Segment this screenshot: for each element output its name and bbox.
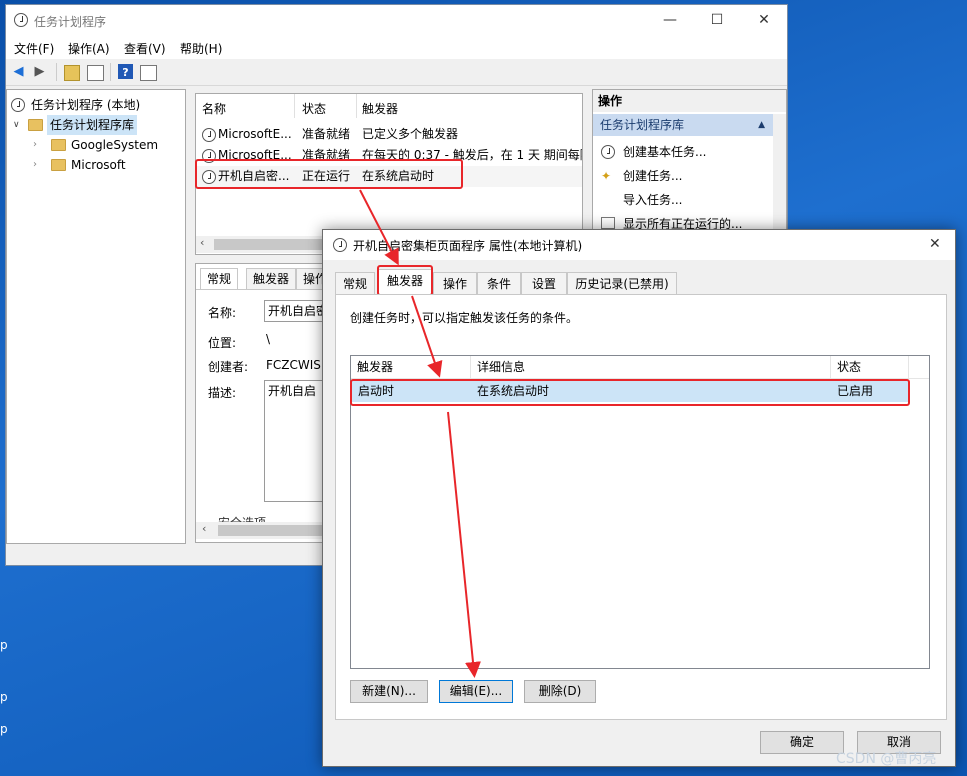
triggers-description: 创建任务时，可以指定触发该任务的条件。 — [350, 311, 579, 325]
collapse-up-icon[interactable]: ▲ — [758, 114, 765, 136]
tree-item-label: GoogleSystem — [71, 138, 159, 152]
clock-icon — [11, 98, 25, 112]
dialog-close-button[interactable]: ✕ — [929, 236, 941, 252]
chevron-down-icon[interactable]: ∨ — [13, 115, 20, 135]
task-name: MicrosoftE... — [218, 127, 292, 141]
tree-item-library[interactable]: ∨ 任务计划程序库 — [11, 115, 161, 135]
task-status: 准备就绪 — [302, 127, 351, 141]
column-header-status[interactable]: 状态 — [831, 356, 909, 378]
author-label: 创建者: — [208, 360, 249, 374]
menu-action[interactable]: 操作(A) — [68, 40, 110, 57]
triggers-tab-panel: 创建任务时，可以指定触发该任务的条件。 触发器 详细信息 状态 启动时 在系统启… — [335, 294, 947, 720]
tree-item-label: 任务计划程序库 — [47, 115, 138, 135]
column-header-status[interactable]: 状态 — [302, 100, 326, 117]
back-arrow-icon[interactable]: ◀ — [10, 63, 27, 80]
desktop-icon-label: p — [0, 722, 8, 736]
up-folder-icon[interactable] — [64, 65, 80, 81]
scrollbar-thumb[interactable] — [218, 525, 328, 536]
tab-actions[interactable]: 操作 — [433, 272, 477, 294]
actions-header: 操作 — [593, 90, 786, 112]
dialog-title: 开机自启密集柜页面程序 属性(本地计算机) — [353, 239, 583, 253]
name-label: 名称: — [208, 306, 237, 320]
chevron-right-icon[interactable]: › — [33, 155, 37, 175]
scroll-left-icon[interactable]: ‹ — [200, 236, 204, 249]
task-trigger: 已定义多个触发器 — [362, 127, 459, 141]
toolbar-divider — [110, 63, 111, 81]
actions-section-library[interactable]: 任务计划程序库 ▲ — [593, 114, 773, 136]
location-label: 位置: — [208, 336, 237, 350]
tab-settings[interactable]: 设置 — [521, 272, 567, 294]
menu-view[interactable]: 查看(V) — [124, 40, 166, 57]
running-tasks-icon — [601, 217, 615, 229]
toolbar-divider — [56, 63, 57, 81]
create-task-icon: ✦ — [601, 169, 612, 183]
action-import-task[interactable]: 导入任务... — [623, 190, 682, 210]
folder-icon — [51, 139, 66, 151]
tab-triggers[interactable]: 触发器 — [246, 268, 297, 289]
window-title: 任务计划程序 — [34, 15, 107, 29]
show-hide-tree-icon[interactable] — [87, 65, 104, 81]
table-row[interactable]: MicrosoftE... 准备就绪 已定义多个触发器 — [196, 124, 582, 145]
navigation-tree: 任务计划程序 (本地) ∨ 任务计划程序库 › GoogleSystem › M… — [6, 89, 186, 544]
folder-icon — [28, 119, 43, 131]
highlight-box-trigger-tab — [377, 265, 433, 296]
desktop-icon-label: p — [0, 638, 8, 652]
highlight-box-task — [195, 159, 463, 189]
menu-bar: 文件(F) 操作(A) 查看(V) 帮助(H) — [6, 35, 787, 59]
column-header-trigger[interactable]: 触发器 — [362, 100, 398, 117]
tree-item-label: 任务计划程序 (本地) — [31, 98, 141, 112]
chevron-right-icon[interactable]: › — [33, 135, 37, 155]
tab-history[interactable]: 历史记录(已禁用) — [567, 272, 677, 294]
description-label: 描述: — [208, 386, 237, 400]
toolbar: ◀ ▶ ? — [6, 59, 787, 86]
close-button[interactable]: ✕ — [741, 5, 787, 35]
menu-file[interactable]: 文件(F) — [14, 40, 54, 57]
column-header-details[interactable]: 详细信息 — [471, 356, 831, 378]
task-properties-dialog: 开机自启密集柜页面程序 属性(本地计算机) ✕ 常规 触发器 操作 条件 设置 … — [322, 229, 956, 767]
action-create-task[interactable]: 创建任务... — [623, 166, 682, 186]
action-create-basic-task[interactable]: 创建基本任务... — [623, 142, 706, 162]
title-bar: 任务计划程序 — ☐ ✕ — [6, 5, 787, 35]
tree-item-label: Microsoft — [71, 158, 126, 172]
tree-item-root[interactable]: 任务计划程序 (本地) — [11, 95, 140, 115]
dialog-title-bar: 开机自启密集柜页面程序 属性(本地计算机) ✕ — [323, 230, 955, 260]
help-icon[interactable]: ? — [118, 64, 133, 79]
section-label: 任务计划程序库 — [600, 118, 685, 132]
clock-icon — [14, 13, 28, 27]
watermark: CSDN @曹丙亮 — [836, 751, 937, 767]
edit-trigger-button[interactable]: 编辑(E)... — [439, 680, 513, 703]
tab-general[interactable]: 常规 — [335, 272, 375, 294]
location-value: \ — [266, 332, 271, 346]
clock-icon — [333, 238, 347, 252]
tab-general[interactable]: 常规 — [200, 268, 239, 289]
create-basic-task-icon — [601, 145, 615, 159]
tab-conditions[interactable]: 条件 — [477, 272, 521, 294]
maximize-button[interactable]: ☐ — [694, 5, 740, 35]
author-value: FCZCWISD — [266, 358, 331, 372]
new-trigger-button[interactable]: 新建(N)... — [350, 680, 428, 703]
folder-icon — [51, 159, 66, 171]
column-header-name[interactable]: 名称 — [202, 100, 226, 117]
column-header-trigger[interactable]: 触发器 — [351, 356, 471, 378]
minimize-button[interactable]: — — [647, 5, 693, 35]
clock-icon — [202, 128, 216, 142]
scroll-left-icon[interactable]: ‹ — [202, 522, 206, 535]
column-divider — [356, 94, 357, 118]
delete-trigger-button[interactable]: 删除(D) — [524, 680, 596, 703]
highlight-box-trigger-row — [350, 379, 910, 406]
show-hide-action-pane-icon[interactable] — [140, 65, 157, 81]
column-divider — [294, 94, 295, 118]
forward-arrow-icon[interactable]: ▶ — [31, 63, 48, 80]
ok-button[interactable]: 确定 — [760, 731, 844, 754]
menu-help[interactable]: 帮助(H) — [180, 40, 222, 57]
desktop-icon-label: p — [0, 690, 8, 704]
